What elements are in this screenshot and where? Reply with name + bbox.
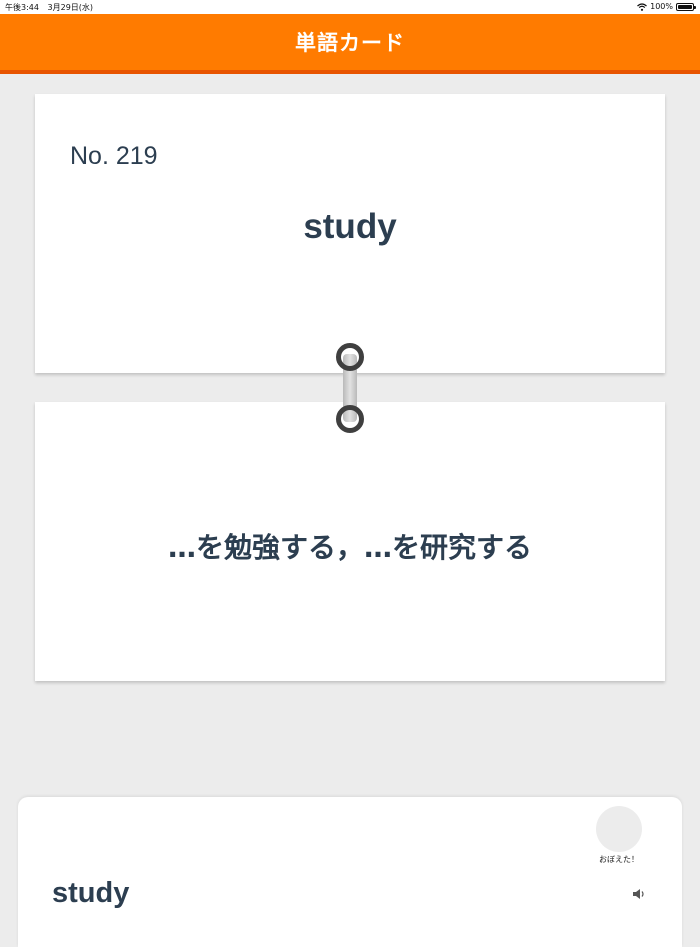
- status-date: 3月29日(水): [47, 3, 94, 12]
- flashcard-front[interactable]: No. 219 study: [35, 94, 665, 373]
- app-header: 単語カード: [0, 14, 700, 74]
- status-indicators: 100%: [637, 2, 696, 11]
- speaker-icon[interactable]: [632, 888, 646, 900]
- battery-percent: 100%: [650, 2, 673, 11]
- word-list-panel: おぼえた！ study: [18, 797, 682, 947]
- list-word: study: [52, 877, 130, 909]
- memorized-button[interactable]: [596, 806, 642, 852]
- page-title: 単語カード: [295, 31, 405, 55]
- battery-icon: [676, 2, 696, 11]
- flashcard-back[interactable]: …を勉強する，…を研究する: [35, 402, 665, 681]
- status-time: 午後3:44: [5, 3, 39, 12]
- card-number: No. 219: [70, 142, 158, 170]
- memorized-label: おぼえた！: [599, 855, 639, 864]
- binder-ring-icon: [335, 343, 365, 434]
- ring-hole-top: [336, 343, 364, 371]
- status-bar: 午後3:44 3月29日(水) 100%: [0, 0, 700, 14]
- status-time-date: 午後3:44 3月29日(水): [5, 2, 93, 13]
- ring-hole-bottom: [336, 405, 364, 433]
- wifi-icon: [637, 2, 648, 11]
- card-word: study: [303, 207, 397, 246]
- card-meaning: …を勉強する，…を研究する: [167, 530, 532, 564]
